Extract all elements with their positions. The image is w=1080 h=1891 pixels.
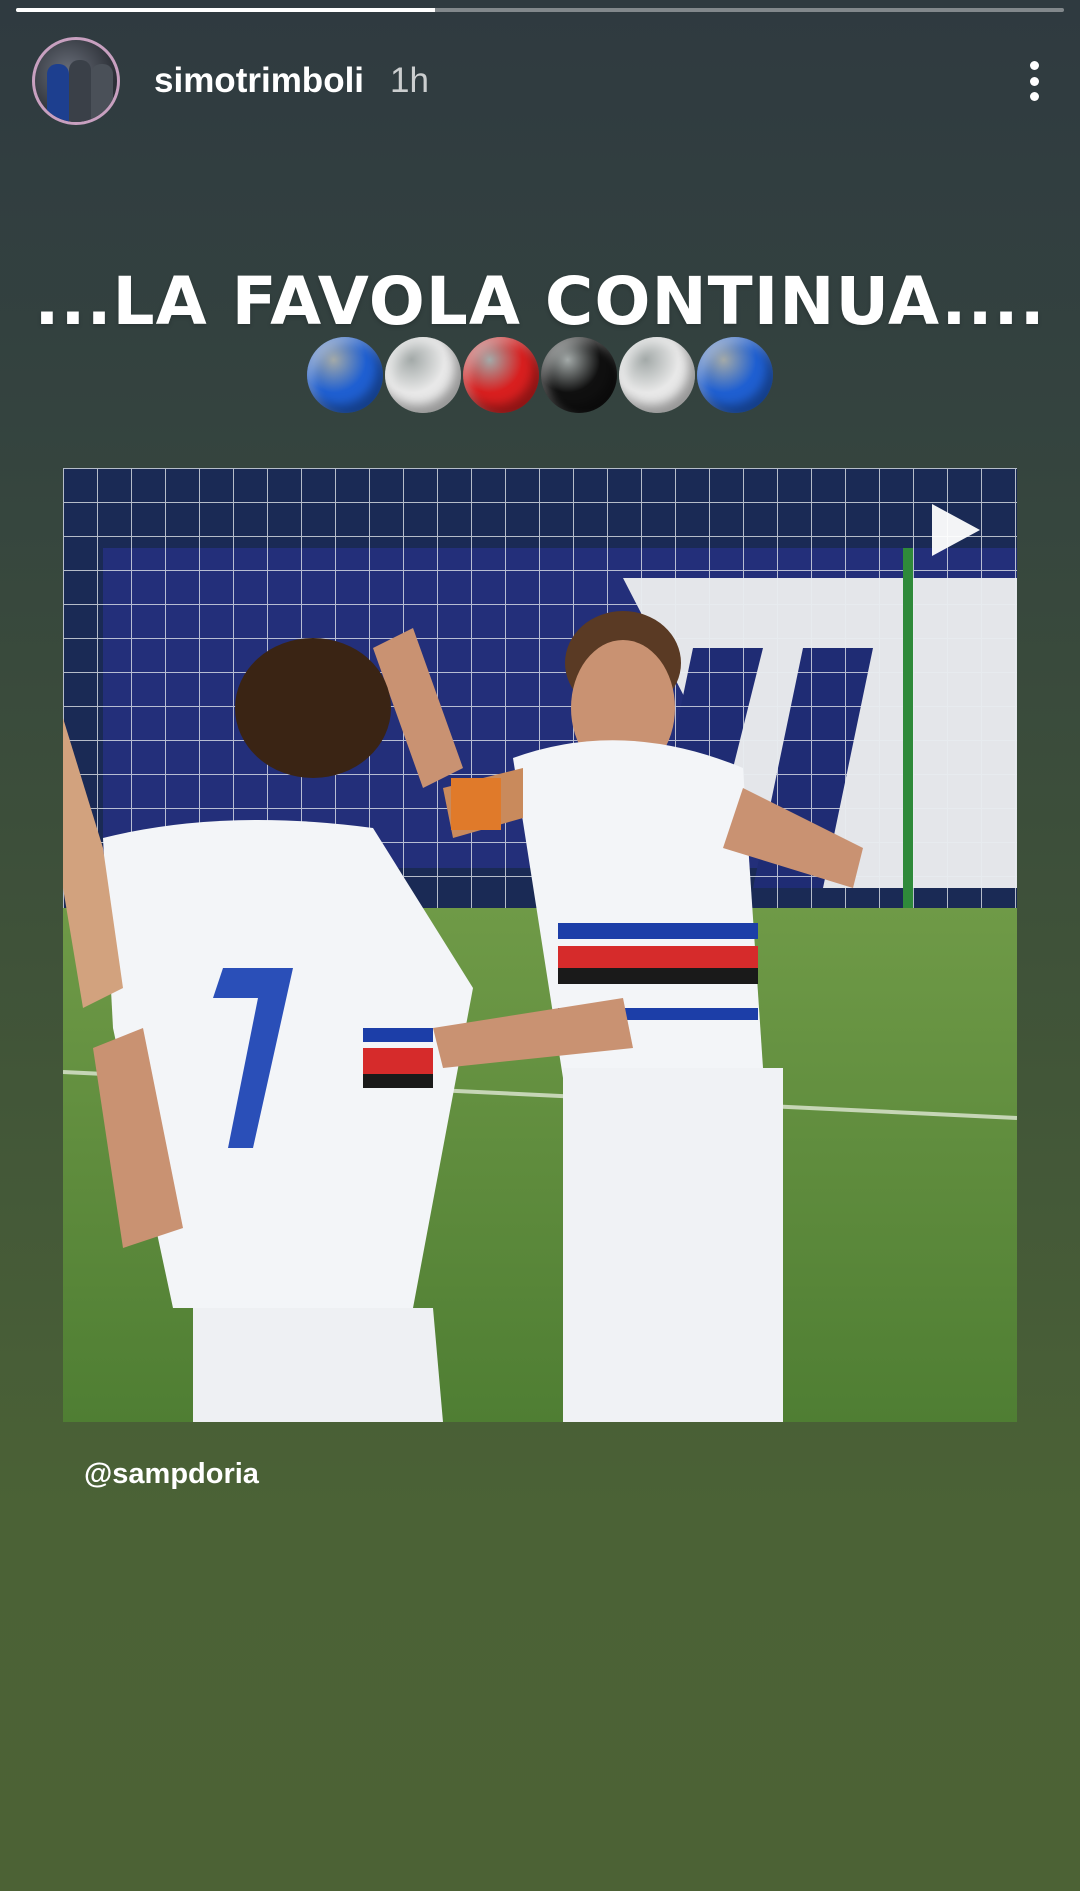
reshared-video[interactable]: [63, 468, 1017, 1422]
username[interactable]: simotrimboli: [154, 61, 364, 101]
play-icon[interactable]: [928, 500, 984, 560]
more-options-icon[interactable]: [1024, 57, 1044, 105]
white-circle-icon: [619, 337, 695, 413]
story-header: simotrimboli 1h: [32, 36, 1048, 126]
black-circle-icon: [541, 337, 617, 413]
white-circle-icon: [385, 337, 461, 413]
emoji-row: [0, 337, 1080, 413]
blue-circle-icon: [307, 337, 383, 413]
story-progress-track: [16, 8, 1064, 12]
blue-circle-icon: [697, 337, 773, 413]
red-circle-icon: [463, 337, 539, 413]
post-time: 1h: [390, 61, 429, 100]
story-progress-bar: [16, 8, 1064, 12]
avatar[interactable]: [32, 37, 120, 125]
story-caption: ...LA FAVOLA CONTINUA....: [34, 263, 1046, 340]
mention-sticker[interactable]: @sampdoria: [84, 1458, 259, 1491]
story-progress-fill: [16, 8, 436, 12]
video-thumbnail: [63, 468, 1017, 1422]
